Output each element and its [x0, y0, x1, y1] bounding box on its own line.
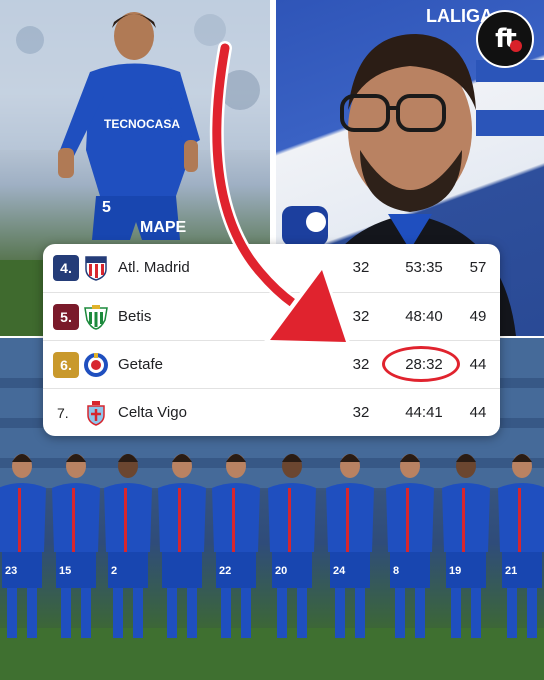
matches-played: 32	[352, 308, 370, 325]
celta-vigo-crest	[87, 401, 105, 426]
jersey-number: 15	[59, 565, 71, 577]
real-betis-crest	[84, 305, 108, 330]
position-badge: 6.	[53, 352, 79, 378]
jersey-number: 2	[111, 565, 117, 577]
player-shorts-sponsor: MAPE	[140, 219, 187, 236]
brand-logo: ft	[476, 10, 534, 68]
matches-played: 32	[352, 259, 370, 276]
position-badge: 4.	[53, 255, 79, 281]
jersey-number: 21	[505, 565, 517, 577]
team-name: Atl. Madrid	[118, 259, 190, 276]
matches-played: 32	[352, 356, 370, 373]
points: 44	[469, 404, 487, 421]
team-name: Celta Vigo	[118, 404, 187, 421]
standings-row: 7. Celta Vigo 32 44:41 44	[43, 388, 500, 436]
highlight-circle	[382, 346, 460, 382]
standings-row: 4. Atl. Madrid 32 53:35 57	[43, 244, 500, 292]
team-name: Getafe	[118, 356, 164, 373]
goal-record: 53:35	[405, 259, 443, 276]
jersey-number: 24	[333, 565, 346, 577]
jersey-number: 23	[5, 565, 17, 577]
goal-record: 44:41	[405, 404, 443, 421]
position-label: 7.	[57, 405, 69, 421]
standings-row: 5. Betis 32 48:40 49	[43, 292, 500, 340]
atletico-madrid-crest	[85, 256, 107, 281]
position-badge: 5.	[53, 304, 79, 330]
points: 57	[469, 259, 487, 276]
jersey-number: 22	[219, 565, 231, 577]
points: 44	[469, 356, 487, 373]
team-name: Betis	[118, 308, 152, 325]
jersey-number: 20	[275, 565, 287, 577]
jersey-number: 19	[449, 565, 461, 577]
points: 49	[469, 308, 487, 325]
player-sponsor: TECNOCASA	[104, 117, 180, 131]
jersey-number: 8	[393, 565, 399, 577]
brand-logo-dot	[510, 40, 522, 52]
goal-record: 48:40	[405, 308, 443, 325]
standings-table: 4. Atl. Madrid 32 53:35 57 5. Betis 32 4…	[43, 244, 500, 436]
player-number: 5	[102, 199, 111, 216]
matches-played: 32	[352, 404, 370, 421]
getafe-crest	[84, 353, 108, 377]
